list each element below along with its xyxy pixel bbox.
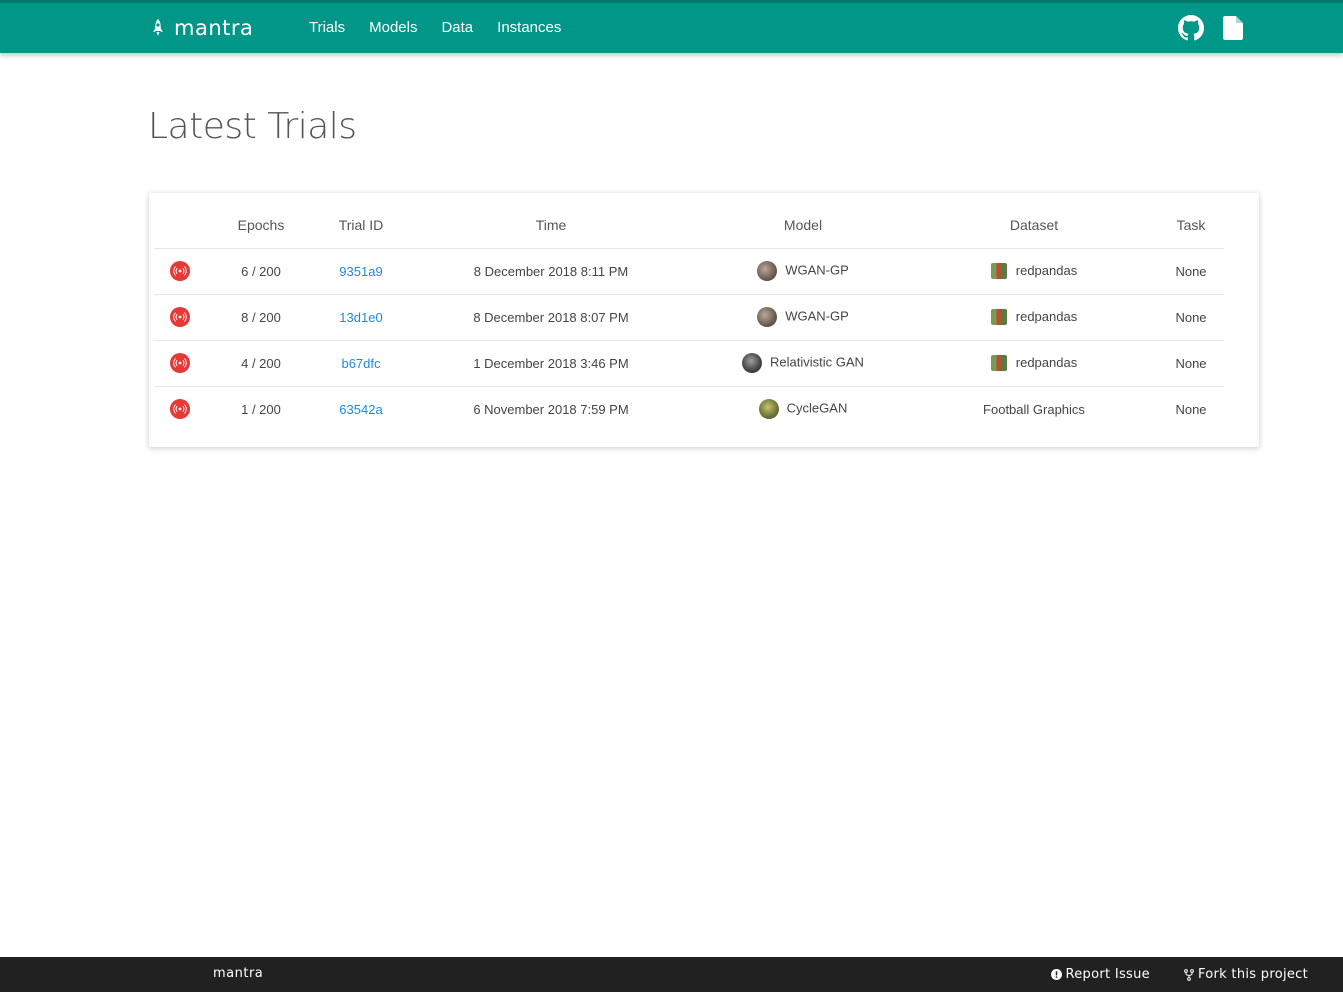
epochs-cell: 8 / 200 bbox=[206, 294, 316, 341]
table-row[interactable]: 4 / 200 b67dfc 1 December 2018 3:46 PM R… bbox=[154, 340, 1224, 387]
info-circle-icon bbox=[1050, 969, 1062, 980]
nav-item-instances[interactable]: Instances bbox=[485, 3, 573, 53]
model-avatar bbox=[742, 353, 763, 373]
brand-name: mantra bbox=[174, 16, 254, 40]
model-name: WGAN-GP bbox=[785, 262, 849, 278]
dataset-thumbnail bbox=[990, 263, 1007, 280]
trial-id-link[interactable]: b67dfc bbox=[341, 356, 380, 371]
model-avatar bbox=[757, 307, 778, 327]
model-name: WGAN-GP bbox=[785, 308, 849, 324]
header-model: Model bbox=[696, 202, 910, 249]
task-cell: None bbox=[1158, 248, 1224, 295]
nav-right-icons bbox=[1177, 3, 1247, 53]
document-icon[interactable] bbox=[1219, 14, 1247, 42]
trials-card: Epochs Trial ID Time Model Dataset Task … bbox=[149, 193, 1259, 447]
dataset-thumbnail bbox=[990, 309, 1007, 326]
footer-links: Report Issue Fork this project bbox=[1050, 957, 1309, 992]
trial-id-link[interactable]: 63542a bbox=[339, 402, 382, 417]
dataset-name: redpandas bbox=[1015, 308, 1078, 324]
time-cell: 8 December 2018 8:07 PM bbox=[406, 294, 696, 341]
model-cell[interactable]: CycleGAN bbox=[696, 386, 910, 432]
table-row[interactable]: 8 / 200 13d1e0 8 December 2018 8:07 PM W… bbox=[154, 294, 1224, 341]
top-navbar: mantra Trials Models Data Instances bbox=[0, 0, 1343, 53]
header-epochs: Epochs bbox=[206, 202, 316, 249]
task-cell: None bbox=[1158, 294, 1224, 341]
brand-logo-link[interactable]: mantra bbox=[150, 13, 253, 43]
report-issue-label: Report Issue bbox=[1065, 967, 1150, 982]
model-avatar bbox=[758, 399, 779, 420]
dataset-cell[interactable]: Football Graphics bbox=[910, 386, 1158, 432]
fork-icon bbox=[1184, 968, 1194, 981]
time-cell: 6 November 2018 7:59 PM bbox=[473, 401, 629, 417]
trials-table: Epochs Trial ID Time Model Dataset Task … bbox=[154, 202, 1224, 432]
dataset-cell[interactable]: redpandas bbox=[910, 294, 1158, 341]
dataset-name: Football Graphics bbox=[983, 401, 1085, 417]
header-task: Task bbox=[1158, 202, 1224, 249]
report-issue-link[interactable]: Report Issue bbox=[1050, 967, 1150, 982]
table-row[interactable]: 1 / 200 63542a 6 November 2018 7:59 PM C… bbox=[154, 386, 1224, 432]
model-cell[interactable]: WGAN-GP bbox=[696, 294, 910, 341]
time-cell: 1 December 2018 3:46 PM bbox=[406, 340, 696, 387]
dataset-thumbnail bbox=[990, 355, 1007, 372]
trial-id-link[interactable]: 9351a9 bbox=[339, 264, 382, 279]
header-trial-id: Trial ID bbox=[316, 202, 406, 249]
fork-project-link[interactable]: Fork this project bbox=[1184, 967, 1308, 982]
footer-brand: mantra bbox=[213, 966, 264, 981]
rocket-icon bbox=[153, 19, 163, 36]
fork-project-label: Fork this project bbox=[1197, 967, 1308, 982]
header-time: Time bbox=[406, 202, 696, 249]
live-broadcast-icon bbox=[170, 261, 190, 281]
footer: mantra Report Issue Fork this project bbox=[0, 957, 1343, 992]
live-broadcast-icon bbox=[170, 399, 190, 420]
main-nav: Trials Models Data Instances bbox=[297, 3, 573, 53]
table-row[interactable]: 6 / 200 9351a9 8 December 2018 8:11 PM W… bbox=[154, 248, 1224, 295]
dataset-cell[interactable]: redpandas bbox=[910, 340, 1158, 387]
model-name: Relativistic GAN bbox=[770, 354, 864, 370]
dataset-cell[interactable]: redpandas bbox=[910, 248, 1158, 295]
page-title: Latest Trials bbox=[148, 106, 357, 147]
model-cell[interactable]: Relativistic GAN bbox=[696, 340, 910, 387]
epochs-cell: 4 / 200 bbox=[206, 340, 316, 387]
dataset-name: redpandas bbox=[1015, 262, 1078, 278]
time-cell: 8 December 2018 8:11 PM bbox=[406, 248, 696, 295]
github-icon[interactable] bbox=[1177, 14, 1205, 42]
nav-item-models[interactable]: Models bbox=[357, 3, 429, 53]
header-status bbox=[154, 202, 206, 249]
live-broadcast-icon bbox=[170, 307, 190, 327]
model-avatar bbox=[757, 261, 778, 281]
table-header-row: Epochs Trial ID Time Model Dataset Task bbox=[154, 202, 1224, 249]
nav-item-trials[interactable]: Trials bbox=[297, 3, 357, 53]
trial-id-link[interactable]: 13d1e0 bbox=[339, 310, 382, 325]
dataset-name: redpandas bbox=[1015, 354, 1078, 370]
model-cell[interactable]: WGAN-GP bbox=[696, 248, 910, 295]
model-name: CycleGAN bbox=[786, 400, 848, 416]
epochs-cell: 6 / 200 bbox=[206, 248, 316, 295]
task-cell: None bbox=[1175, 401, 1207, 417]
header-dataset: Dataset bbox=[910, 202, 1158, 249]
live-broadcast-icon bbox=[170, 353, 190, 373]
nav-item-data[interactable]: Data bbox=[429, 3, 485, 53]
task-cell: None bbox=[1158, 340, 1224, 387]
epochs-cell: 1 / 200 bbox=[241, 401, 281, 417]
